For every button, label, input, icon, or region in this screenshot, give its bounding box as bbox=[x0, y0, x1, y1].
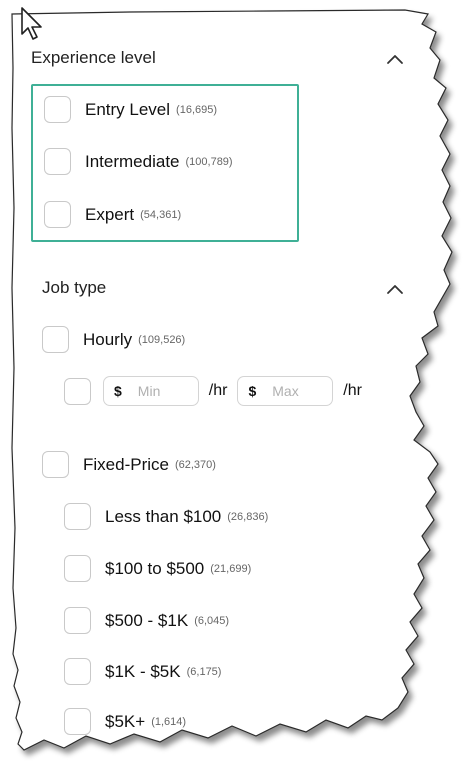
currency-symbol: $ bbox=[248, 383, 257, 399]
option-label: Intermediate bbox=[85, 151, 180, 171]
option-count: (26,836) bbox=[227, 510, 269, 523]
currency-symbol: $ bbox=[114, 383, 122, 399]
option-count: (54,361) bbox=[140, 208, 182, 221]
option-label: Fixed-Price bbox=[83, 454, 169, 474]
option-less-than-100[interactable]: Less than $100 (26,836) bbox=[64, 503, 268, 530]
option-count: (21,699) bbox=[210, 562, 252, 575]
filter-panel: Experience level Entry Level (16,695) In… bbox=[0, 0, 466, 766]
option-hourly[interactable]: Hourly (109,526) bbox=[42, 326, 185, 353]
checkbox[interactable] bbox=[64, 377, 91, 405]
max-rate-input[interactable] bbox=[270, 382, 323, 400]
option-100-to-500[interactable]: $100 to $500 (21,699) bbox=[64, 555, 251, 582]
min-rate-field[interactable]: $ bbox=[103, 376, 199, 406]
cursor-arrow-icon bbox=[21, 7, 42, 40]
option-5k-plus[interactable]: $5K+ (1,614) bbox=[64, 708, 186, 735]
option-count: (6,045) bbox=[194, 614, 230, 627]
min-rate-input[interactable] bbox=[135, 382, 188, 400]
checkbox[interactable] bbox=[64, 555, 91, 582]
job-type-title: Job type bbox=[42, 278, 107, 297]
max-rate-field[interactable]: $ bbox=[237, 376, 334, 406]
checkbox[interactable] bbox=[64, 503, 91, 530]
option-intermediate[interactable]: Intermediate (100,789) bbox=[44, 148, 233, 175]
hourly-rate-range: $ /hr $ /hr bbox=[64, 376, 372, 406]
chevron-up-icon[interactable] bbox=[384, 282, 406, 296]
option-count: (6,175) bbox=[186, 665, 222, 678]
option-count: (62,370) bbox=[174, 458, 216, 471]
option-count: (1,614) bbox=[151, 715, 187, 728]
option-label: Hourly bbox=[83, 329, 133, 349]
option-label: $500 - $1K bbox=[105, 610, 189, 630]
rate-unit: /hr bbox=[343, 382, 362, 399]
option-1k-to-5k[interactable]: $1K - $5K (6,175) bbox=[64, 658, 221, 685]
rate-unit: /hr bbox=[208, 382, 228, 399]
checkbox[interactable] bbox=[64, 607, 91, 634]
option-label: Entry Level bbox=[85, 99, 171, 119]
checkbox[interactable] bbox=[64, 708, 91, 735]
option-count: (109,526) bbox=[138, 333, 186, 346]
checkbox[interactable] bbox=[64, 658, 91, 685]
experience-level-title: Experience level bbox=[31, 48, 156, 67]
option-label: Less than $100 bbox=[105, 506, 222, 526]
checkbox[interactable] bbox=[44, 96, 71, 123]
option-count: (100,789) bbox=[185, 155, 233, 168]
checkbox[interactable] bbox=[42, 451, 69, 478]
option-label: $100 to $500 bbox=[105, 558, 205, 578]
option-label: $1K - $5K bbox=[105, 661, 181, 681]
option-expert[interactable]: Expert (54,361) bbox=[44, 201, 181, 228]
option-count: (16,695) bbox=[176, 103, 218, 116]
option-500-to-1k[interactable]: $500 - $1K (6,045) bbox=[64, 607, 229, 634]
option-entry-level[interactable]: Entry Level (16,695) bbox=[44, 96, 217, 123]
option-label: Expert bbox=[85, 204, 135, 224]
option-label: $5K+ bbox=[105, 711, 146, 731]
checkbox[interactable] bbox=[44, 201, 71, 228]
option-fixed-price[interactable]: Fixed-Price (62,370) bbox=[42, 451, 216, 478]
checkbox[interactable] bbox=[42, 326, 69, 353]
chevron-up-icon[interactable] bbox=[384, 52, 406, 66]
checkbox[interactable] bbox=[44, 148, 71, 175]
